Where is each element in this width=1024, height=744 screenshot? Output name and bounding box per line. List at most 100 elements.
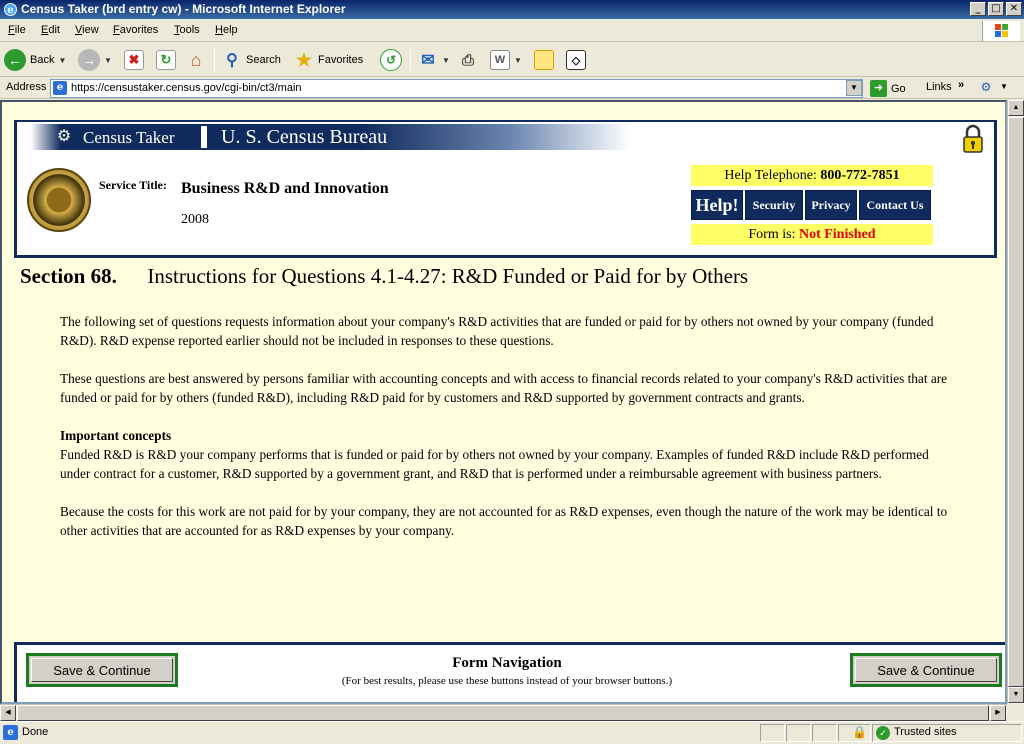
concepts-block: Important concepts Funded R&D is R&D you…: [60, 426, 950, 483]
refresh-icon: ↻: [156, 50, 176, 70]
close-button[interactable]: ✕: [1006, 2, 1022, 16]
vertical-scrollbar[interactable]: ▲ ▼: [1007, 100, 1024, 704]
horizontal-scrollbar[interactable]: ◀ ▶: [0, 704, 1007, 721]
census-taker-logo-icon: ⚙: [56, 128, 72, 145]
form-status-value: Not Finished: [798, 227, 876, 242]
search-button[interactable]: ⚲ Search: [222, 48, 281, 72]
go-button[interactable]: ➜ Go: [870, 80, 906, 97]
diamond-icon: ◇: [566, 50, 586, 70]
secure-lock-icon: [962, 124, 984, 154]
commerce-seal-icon: [27, 168, 91, 232]
menu-file[interactable]: File: [8, 24, 26, 36]
messenger-button[interactable]: ◇: [566, 48, 586, 72]
instructions-paragraph: The following set of questions requests …: [60, 314, 934, 348]
survey-year: 2008: [181, 212, 209, 227]
back-dropdown-icon[interactable]: ▼: [58, 56, 66, 65]
mail-button[interactable]: ✉ ▼: [418, 48, 450, 72]
save-continue-right-button[interactable]: Save & Continue: [850, 653, 1002, 687]
window-title: Census Taker (brd entry cw) - Microsoft …: [21, 2, 346, 16]
scroll-up-icon[interactable]: ▲: [1008, 100, 1024, 116]
standard-toolbar: ← Back ▼ → ▼ ✖ ↻ ⌂ ⚲ Search ★ Favorites …: [0, 43, 1024, 77]
address-label: Address: [6, 81, 47, 93]
forward-dropdown-icon[interactable]: ▼: [104, 56, 112, 65]
back-label: Back: [30, 54, 55, 66]
help-telephone: Help Telephone: 800-772-7851: [691, 165, 933, 186]
scroll-down-icon[interactable]: ▼: [1008, 687, 1024, 703]
home-button[interactable]: ⌂: [186, 48, 206, 72]
security-zone[interactable]: Trusted sites: [894, 726, 957, 738]
form-navigation: Save & Continue Form Navigation (For bes…: [14, 642, 1005, 702]
trusted-zone-check-icon: ✓: [876, 726, 890, 740]
extension-dropdown-icon[interactable]: ▼: [1000, 82, 1008, 91]
security-button[interactable]: Security: [745, 190, 803, 220]
menu-help[interactable]: Help: [215, 24, 238, 36]
service-title-label: Service Title:: [99, 178, 167, 192]
stop-icon: ✖: [124, 50, 144, 70]
svg-text:e: e: [7, 5, 13, 16]
forward-button[interactable]: → ▼: [78, 48, 112, 72]
status-bar: e Done 🔒 ✓ Trusted sites: [0, 721, 1024, 744]
links-chevron-icon[interactable]: »: [958, 79, 964, 91]
help-button[interactable]: Help!: [691, 190, 743, 220]
app-name: Census Taker: [83, 128, 175, 147]
scroll-left-icon[interactable]: ◀: [0, 705, 16, 721]
back-button[interactable]: ← Back ▼: [4, 48, 66, 72]
concepts-heading: Important concepts: [60, 428, 172, 443]
browser-viewport: ⚙ Census Taker U. S. Census Bureau Servi…: [0, 100, 1007, 704]
menu-view[interactable]: View: [75, 24, 99, 36]
status-text: Done: [22, 726, 49, 738]
mail-icon: ✉: [421, 52, 435, 69]
scroll-right-icon[interactable]: ▶: [990, 705, 1006, 721]
toolbar-extension-icon[interactable]: ⚙: [978, 80, 994, 96]
ie-app-icon: e: [3, 2, 18, 17]
section-heading: Section 68. Instructions for Questions 4…: [20, 264, 748, 289]
help-box: Help Telephone: 800-772-7851 Help! Secur…: [691, 165, 933, 245]
menu-tools[interactable]: Tools: [174, 24, 200, 36]
history-icon: ↺: [380, 49, 402, 71]
org-name: U. S. Census Bureau: [221, 126, 388, 148]
ssl-lock-icon[interactable]: 🔒: [852, 725, 867, 741]
mail-dropdown-icon[interactable]: ▼: [442, 56, 450, 65]
page-header: ⚙ Census Taker U. S. Census Bureau Servi…: [14, 120, 997, 258]
address-input[interactable]: https://censustaker.census.gov/cgi-bin/c…: [50, 79, 863, 98]
favorites-button[interactable]: ★ Favorites: [294, 48, 363, 72]
print-button[interactable]: ⎙: [458, 48, 478, 72]
service-title: Business R&D and Innovation: [181, 180, 389, 197]
contact-us-button[interactable]: Contact Us: [859, 190, 931, 220]
menu-bar: File Edit View Favorites Tools Help: [0, 20, 1024, 42]
vertical-scroll-thumb[interactable]: [1008, 117, 1024, 687]
privacy-button[interactable]: Privacy: [805, 190, 857, 220]
menu-edit[interactable]: Edit: [41, 24, 60, 36]
instructions-paragraph: Because the costs for this work are not …: [60, 504, 948, 538]
page-done-icon: e: [3, 725, 18, 740]
window-title-bar: e Census Taker (brd entry cw) - Microsof…: [0, 0, 1024, 19]
section-number: Section 68.: [20, 264, 117, 288]
favorites-label: Favorites: [318, 54, 364, 66]
help-telephone-number: 800-772-7851: [820, 168, 900, 183]
links-button[interactable]: Links: [926, 81, 952, 93]
print-icon: ⎙: [461, 51, 474, 69]
search-icon: ⚲: [226, 52, 238, 69]
notes-button[interactable]: [534, 48, 554, 72]
history-button[interactable]: ↺: [380, 48, 402, 72]
page-icon: e: [53, 81, 67, 95]
back-arrow-icon: ←: [4, 49, 26, 71]
stop-button[interactable]: ✖: [124, 48, 144, 72]
edit-dropdown-icon[interactable]: ▼: [514, 56, 522, 65]
favorites-star-icon: ★: [295, 49, 313, 70]
census-page: ⚙ Census Taker U. S. Census Bureau Servi…: [2, 102, 1005, 702]
edit-button[interactable]: W ▼: [490, 48, 522, 72]
go-label: Go: [891, 82, 906, 95]
refresh-button[interactable]: ↻: [156, 48, 176, 72]
search-label: Search: [246, 54, 281, 66]
concepts-text: Funded R&D is R&D your company performs …: [60, 447, 929, 481]
go-arrow-icon: ➜: [870, 80, 887, 97]
menu-favorites[interactable]: Favorites: [113, 24, 158, 36]
section-title: Instructions for Questions 4.1-4.27: R&D…: [147, 264, 749, 288]
horizontal-scroll-thumb[interactable]: [17, 705, 989, 721]
instructions-body: The following set of questions requests …: [60, 312, 950, 559]
instructions-paragraph: These questions are best answered by per…: [60, 371, 948, 405]
minimize-button[interactable]: _: [970, 2, 986, 16]
address-dropdown-icon[interactable]: ▼: [846, 80, 862, 96]
maximize-button[interactable]: □: [988, 2, 1004, 16]
